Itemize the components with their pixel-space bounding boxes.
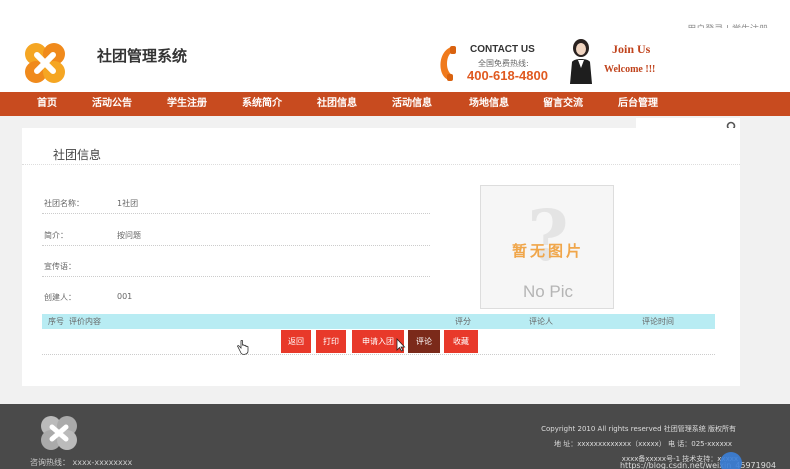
arrow-cursor-icon xyxy=(396,338,406,352)
nav-item-activity-info[interactable]: 活动信息 xyxy=(392,92,432,116)
nav-item-about[interactable]: 系统简介 xyxy=(242,92,282,116)
header: 社团管理系统 CONTACT US 全国免费热线: 400-618-4800 J… xyxy=(0,28,790,92)
th-commenter: 评论人 xyxy=(529,317,553,326)
back-button[interactable]: 返回 xyxy=(281,330,311,353)
hotline-text: 咨询热线： xxxx-xxxxxxxx xyxy=(30,458,133,467)
join-us-text: Join Us xyxy=(612,42,651,56)
field-value: 1社团 xyxy=(117,199,139,208)
comments-table-header: 序号 评价内容 评分 评论人 评论时间 xyxy=(42,314,715,329)
contact-phone: 400-618-4800 xyxy=(467,68,548,83)
watermark-text: https://blog.csdn.net/weixin_45971904 xyxy=(619,461,776,469)
field-label: 宣传语： xyxy=(44,262,76,271)
nav-item-student-register[interactable]: 学生注册 xyxy=(167,92,207,116)
field-row-slogan: 宣传语： xyxy=(42,255,430,277)
no-image-text-en: No Pic xyxy=(522,282,574,301)
contact-title: CONTACT US xyxy=(470,44,535,55)
print-button[interactable]: 打印 xyxy=(316,330,346,353)
field-label: 创建人： xyxy=(44,293,76,302)
welcome-text: Welcome !!! xyxy=(604,64,656,75)
field-row-intro: 简介： 按问题 xyxy=(42,224,430,246)
nav-item-club-info[interactable]: 社团信息 xyxy=(317,92,357,116)
no-image-text-cn: 暂无图片 xyxy=(511,242,584,260)
comment-button[interactable]: 评论 xyxy=(408,330,440,353)
divider xyxy=(42,354,715,355)
question-mark-icon: ? xyxy=(527,194,569,277)
field-label: 简介： xyxy=(44,231,68,240)
address-text: 地 址：xxxxxxxxxxxxx（xxxxx） 电 话：025-xxxxxx xyxy=(554,440,732,448)
th-content: 评价内容 xyxy=(69,317,101,326)
phone-icon xyxy=(440,46,456,81)
field-label: 社团名称： xyxy=(44,199,84,208)
footer-logo-icon xyxy=(41,416,77,450)
th-time: 评论时间 xyxy=(642,317,674,326)
field-value: 001 xyxy=(117,292,133,301)
nav-item-venue-info[interactable]: 场地信息 xyxy=(469,92,509,116)
logo-icon xyxy=(25,43,65,83)
club-detail-panel: 社团信息 社团名称： 1社团 简介： 按问题 宣传语： 创建人： 001 ? 暂… xyxy=(22,128,740,386)
th-index: 序号 xyxy=(48,317,64,326)
page-title: 社团信息 xyxy=(53,148,102,162)
field-row-club-name: 社团名称： 1社团 xyxy=(42,192,430,214)
footer: 咨询热线： xxxx-xxxxxxxx Copyright 2010 All r… xyxy=(0,404,790,469)
field-value: 按问题 xyxy=(117,231,141,240)
favorite-button[interactable]: 收藏 xyxy=(444,330,478,353)
th-score: 评分 xyxy=(455,317,471,326)
copyright-text: Copyright 2010 All rights reserved 社团管理系… xyxy=(541,425,736,433)
person-photo xyxy=(570,39,592,84)
club-image-placeholder: ? 暂无图片 No Pic xyxy=(480,185,614,309)
divider xyxy=(22,164,740,165)
nav-item-announcements[interactable]: 活动公告 xyxy=(92,92,132,116)
nav-item-home[interactable]: 首页 xyxy=(37,92,57,116)
nav-item-admin[interactable]: 后台管理 xyxy=(618,92,658,116)
site-title: 社团管理系统 xyxy=(97,47,188,65)
field-row-creator: 创建人： 001 xyxy=(42,286,430,308)
main-nav: 首页 活动公告 学生注册 系统简介 社团信息 活动信息 场地信息 留言交流 后台… xyxy=(0,92,790,116)
hand-cursor-icon xyxy=(237,340,249,355)
nav-item-messages[interactable]: 留言交流 xyxy=(543,92,583,116)
watermark-badge-icon xyxy=(720,452,742,469)
